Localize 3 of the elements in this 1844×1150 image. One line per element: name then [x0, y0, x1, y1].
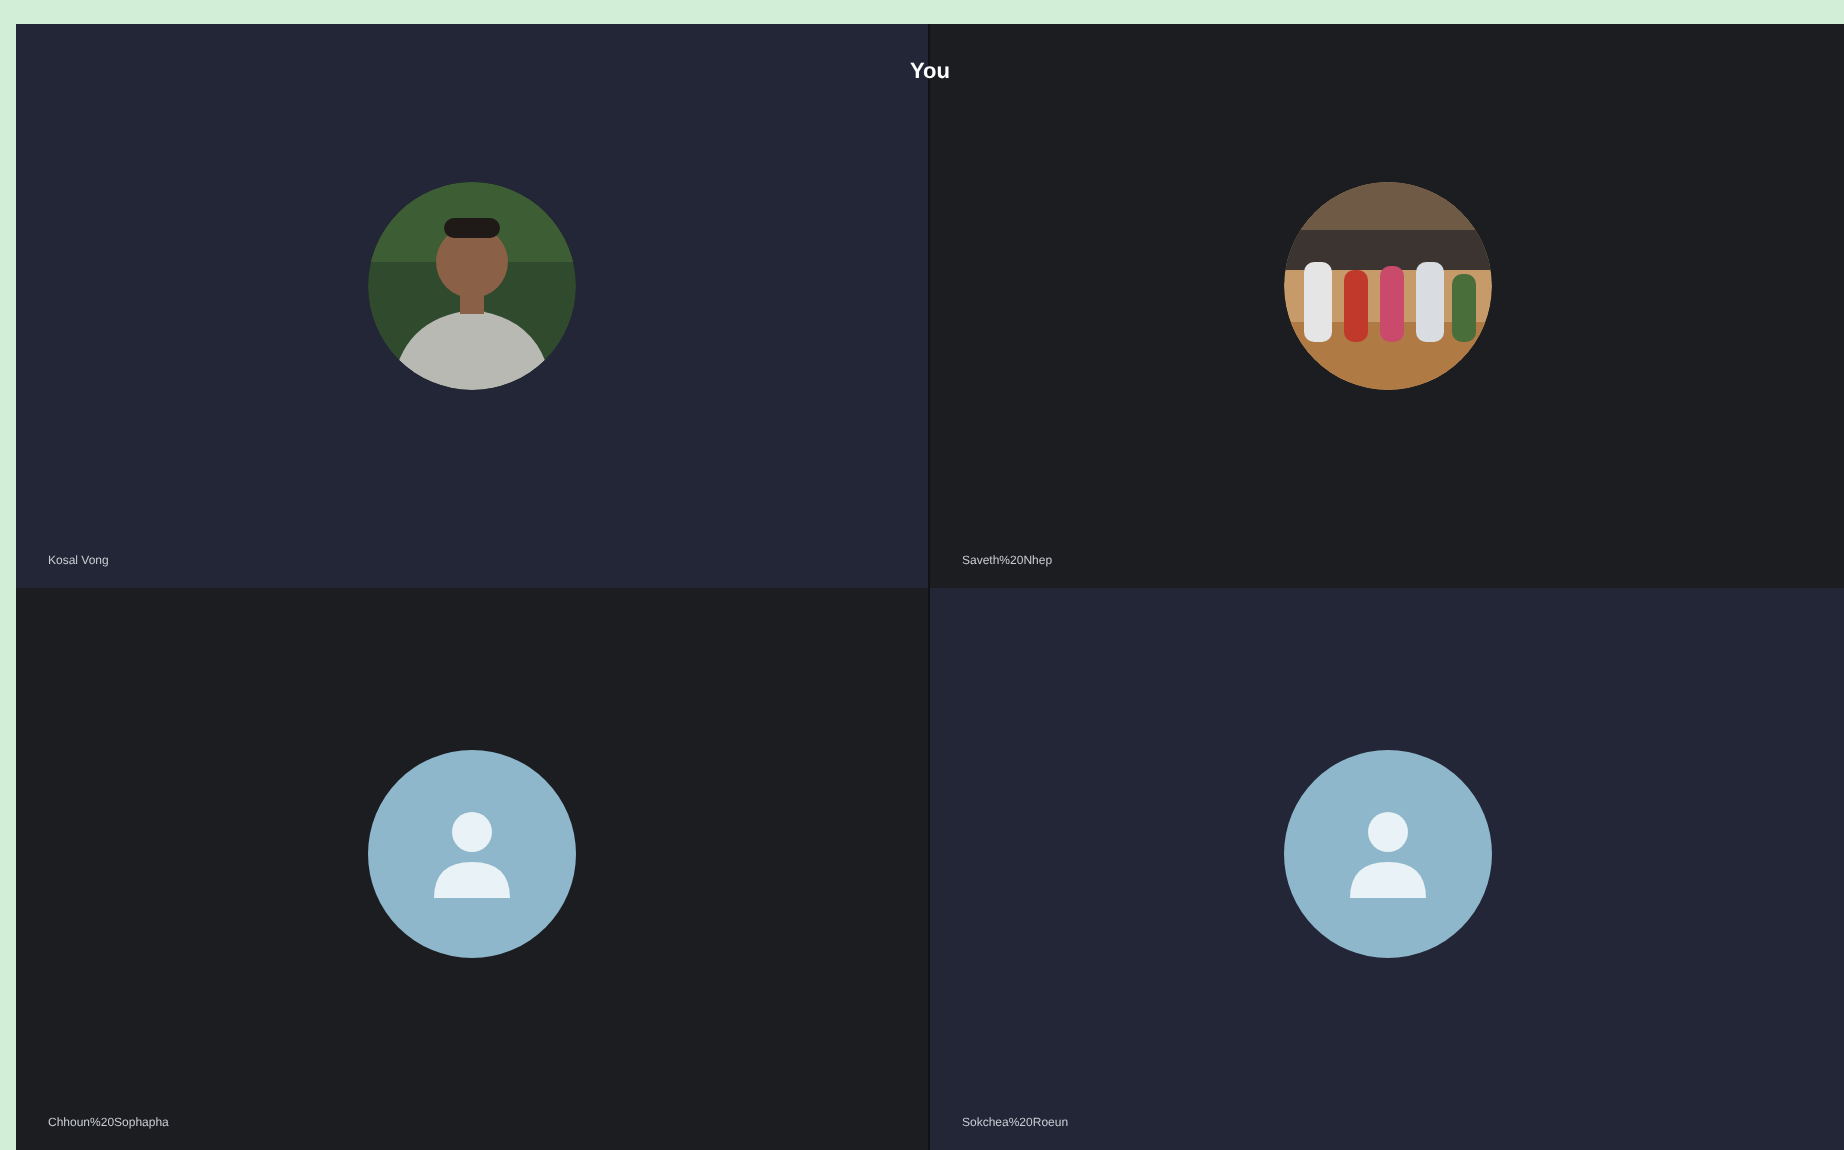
person-placeholder-icon — [1345, 810, 1429, 899]
person-placeholder-icon — [430, 810, 514, 899]
view-title: You — [910, 58, 950, 88]
